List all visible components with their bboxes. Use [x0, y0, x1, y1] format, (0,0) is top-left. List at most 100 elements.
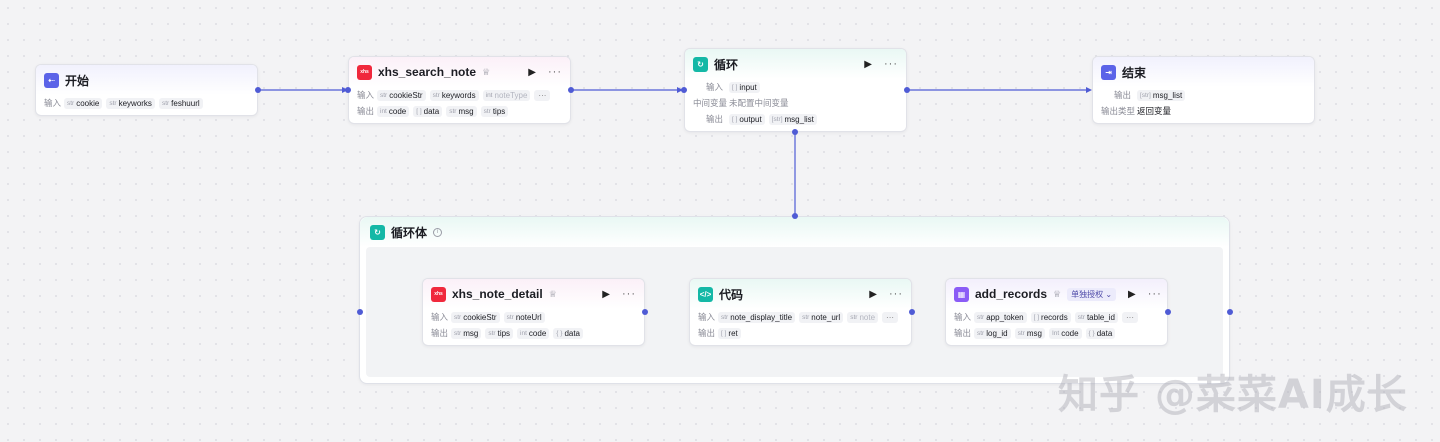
- param-pill: int noteType: [482, 89, 531, 101]
- code-node[interactable]: </> 代码 ▶ ··· 输入 str note_display_title st…: [689, 278, 912, 346]
- xhs-note-detail-node[interactable]: xhs xhs_note_detail ♕ ▶ ··· 输入 str cookie…: [422, 278, 645, 346]
- output-port[interactable]: [255, 87, 261, 93]
- mid-var-value: 未配置中间变量: [729, 98, 789, 108]
- output-label: 输出: [954, 328, 972, 338]
- param-pill: Int code: [1048, 327, 1082, 339]
- param-pill: { } data: [553, 327, 584, 339]
- mid-var-label: 中间变量: [693, 98, 728, 108]
- param-pill: [ ] records: [1030, 311, 1071, 323]
- run-button[interactable]: ▶: [528, 67, 536, 78]
- param-pill: str keywords: [429, 89, 479, 101]
- output-port[interactable]: [909, 309, 915, 315]
- param-pill: str note_display_title: [718, 311, 796, 323]
- param-pill: [ ] output: [729, 113, 765, 125]
- output-type-value: 返回变量: [1137, 106, 1172, 116]
- start-node[interactable]: ⇠ 开始 输入 str cookie str keyworks str feshuur…: [35, 64, 258, 116]
- output-label: 输出: [357, 106, 375, 116]
- loop-icon: ↻: [370, 224, 385, 240]
- input-port[interactable]: [681, 87, 687, 93]
- watermark-text: 知乎 @菜菜AI成长: [1058, 372, 1408, 418]
- param-pill: str app_token: [974, 311, 1027, 323]
- verified-icon: ♕: [482, 66, 491, 77]
- output-port[interactable]: [904, 87, 910, 93]
- param-pill: [str] msg_list: [768, 113, 817, 125]
- loop-node[interactable]: ↻ 循环 ▶ ··· 输入 [ ] input 中间变量 未配置中间变量 输出 […: [684, 48, 907, 132]
- node-title: 循环: [714, 57, 739, 72]
- auth-dropdown[interactable]: 单独授权 ⌄: [1067, 287, 1117, 301]
- table-icon: ▦: [954, 286, 969, 302]
- node-title: 代码: [719, 287, 744, 302]
- input-port[interactable]: [345, 87, 351, 93]
- param-pill: str keyworks: [106, 97, 155, 109]
- node-title: 结束: [1122, 65, 1147, 80]
- run-button[interactable]: ▶: [602, 289, 610, 300]
- input-label: 输入: [705, 82, 723, 92]
- code-icon: </>: [698, 286, 713, 302]
- more-menu-button[interactable]: ···: [548, 66, 562, 78]
- workflow-canvas[interactable]: ⇠ 开始 输入 str cookie str keyworks str feshuur…: [0, 0, 1440, 442]
- node-title: 开始: [65, 73, 90, 88]
- output-port[interactable]: [1227, 309, 1233, 315]
- param-pill: str cookieStr: [377, 89, 426, 101]
- run-button[interactable]: ▶: [869, 289, 877, 300]
- more-params-pill[interactable]: ···: [882, 311, 899, 323]
- verified-icon: ♕: [1053, 288, 1062, 299]
- param-pill: str tips: [480, 105, 509, 117]
- output-type-label: 输出类型: [1101, 106, 1136, 116]
- start-icon: ⇠: [44, 72, 59, 88]
- param-pill: str msg: [1014, 327, 1045, 339]
- run-button[interactable]: ▶: [1128, 289, 1136, 300]
- param-pill: [ ] input: [729, 81, 760, 93]
- param-pill: str tips: [485, 327, 514, 339]
- param-pill: str cookie: [64, 97, 103, 109]
- more-menu-button[interactable]: ···: [1148, 288, 1162, 300]
- input-label: 输入: [698, 312, 716, 322]
- more-menu-button[interactable]: ···: [889, 288, 903, 300]
- node-title: xhs_search_note: [378, 65, 477, 79]
- param-pill: str msg: [451, 327, 482, 339]
- xhs-search-note-node[interactable]: xhs xhs_search_note ♕ ▶ ··· 输入 str cookie…: [348, 56, 571, 124]
- output-port[interactable]: [1165, 309, 1171, 315]
- more-menu-button[interactable]: ···: [884, 58, 898, 70]
- more-menu-button[interactable]: ···: [622, 288, 636, 300]
- input-label: 输入: [357, 90, 375, 100]
- param-pill: str table_id: [1074, 311, 1118, 323]
- xhs-plugin-icon: xhs: [431, 286, 446, 302]
- add-records-node[interactable]: ▦ add_records ♕ 单独授权 ⌄ ▶ ··· 输入 str app_t…: [945, 278, 1168, 346]
- input-label: 输入: [954, 312, 972, 322]
- param-pill: str log_id: [974, 327, 1011, 339]
- input-label: 输入: [431, 312, 449, 322]
- param-pill: [str] msg_list: [1137, 89, 1186, 101]
- loop-body-port[interactable]: [792, 213, 798, 219]
- param-pill: int code: [517, 327, 550, 339]
- output-label: 输出: [431, 328, 449, 338]
- param-pill: [ ] ret: [718, 327, 741, 339]
- param-pill: str cookieStr: [451, 311, 500, 323]
- info-icon[interactable]: i: [433, 227, 443, 237]
- param-pill: str msg: [446, 105, 477, 117]
- param-pill: { } data: [1085, 327, 1116, 339]
- loop-icon: ↻: [693, 56, 708, 72]
- more-params-pill[interactable]: ···: [1121, 311, 1138, 323]
- param-pill: [ ] data: [413, 105, 443, 117]
- node-title: add_records: [975, 287, 1048, 301]
- node-title: xhs_note_detail: [452, 287, 543, 301]
- xhs-plugin-icon: xhs: [357, 64, 372, 80]
- loop-body-title: 循环体: [391, 225, 428, 240]
- more-params-pill[interactable]: ···: [534, 89, 551, 101]
- verified-icon: ♕: [548, 288, 557, 299]
- param-pill: str note_url: [799, 311, 844, 323]
- output-port[interactable]: [642, 309, 648, 315]
- run-button[interactable]: ▶: [864, 59, 872, 70]
- end-node[interactable]: ⇥ 结束 输出 [str] msg_list 输出类型 返回变量: [1092, 56, 1315, 124]
- param-pill: str feshuurl: [158, 97, 203, 109]
- param-pill: str note: [847, 311, 879, 323]
- param-pill: str noteUrl: [503, 311, 545, 323]
- param-pill: int code: [377, 105, 410, 117]
- output-port[interactable]: [568, 87, 574, 93]
- output-label: 输出: [705, 114, 723, 124]
- output-label: 输出: [1113, 90, 1131, 100]
- input-port[interactable]: [357, 309, 363, 315]
- input-label: 输入: [44, 98, 62, 108]
- loop-body-port[interactable]: [792, 129, 798, 135]
